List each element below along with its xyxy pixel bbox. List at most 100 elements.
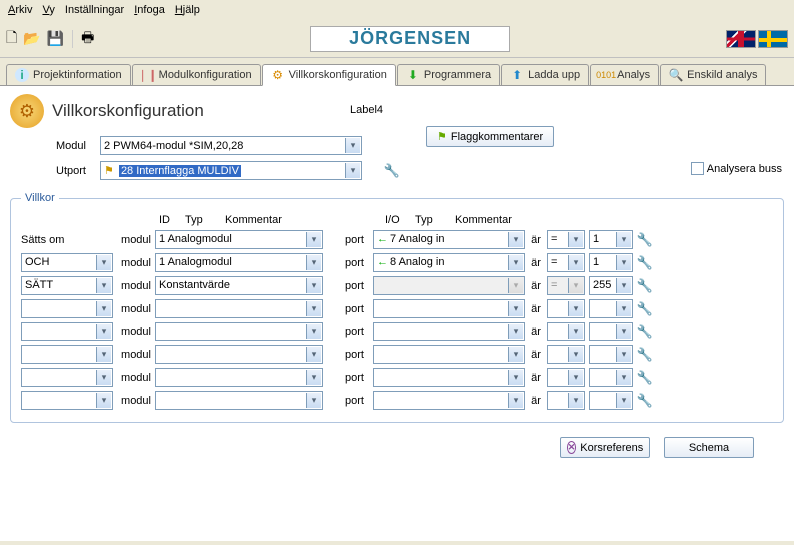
port-row-combo[interactable]: ←7 Analog in bbox=[373, 230, 525, 249]
menu-infoga[interactable]: Infoga bbox=[130, 2, 169, 18]
modul-row-label: modul bbox=[117, 349, 151, 361]
korsreferens-button[interactable]: ✕ Korsreferens bbox=[560, 437, 650, 458]
wrench-icon[interactable]: 🔧 bbox=[637, 393, 653, 409]
modul-row-combo[interactable] bbox=[155, 322, 323, 341]
value-combo[interactable] bbox=[589, 345, 633, 364]
schema-button[interactable]: Schema bbox=[664, 437, 754, 458]
modul-row-label: modul bbox=[117, 257, 151, 269]
gear-icon: ⚙ bbox=[271, 68, 285, 82]
tab-label: Analys bbox=[617, 69, 650, 81]
wrench-icon[interactable]: 🔧 bbox=[637, 255, 653, 271]
ar-label: är bbox=[529, 326, 543, 338]
tab-villkorskonfiguration[interactable]: ⚙ Villkorskonfiguration bbox=[262, 64, 396, 86]
value-combo[interactable] bbox=[589, 368, 633, 387]
value-combo[interactable] bbox=[589, 391, 633, 410]
wrench-icon[interactable]: 🔧 bbox=[637, 301, 653, 317]
tab-label: Enskild analys bbox=[687, 69, 757, 81]
tab-enskild-analys[interactable]: 🔍 Enskild analys bbox=[660, 64, 766, 85]
tab-programmera[interactable]: ⬇ Programmera bbox=[397, 64, 500, 85]
utport-combo[interactable]: ⚑ 28 Internflagga MULDIV bbox=[100, 161, 362, 180]
operator-combo[interactable]: = bbox=[547, 253, 585, 272]
modul-row-combo[interactable] bbox=[155, 345, 323, 364]
logic-combo[interactable] bbox=[21, 322, 113, 341]
menu-vy[interactable]: Vy bbox=[38, 2, 58, 18]
content-area: ⚙ Villkorskonfiguration Label4 Modul 2 P… bbox=[0, 86, 794, 541]
ar-label: är bbox=[529, 395, 543, 407]
modul-row-label: modul bbox=[117, 395, 151, 407]
ar-label: är bbox=[529, 372, 543, 384]
modul-row-combo[interactable] bbox=[155, 368, 323, 387]
save-file-icon[interactable]: 💾 bbox=[47, 30, 64, 47]
value-combo[interactable]: 255 bbox=[589, 276, 633, 295]
operator-combo[interactable] bbox=[547, 345, 585, 364]
port-row-combo[interactable] bbox=[373, 299, 525, 318]
ar-label: är bbox=[529, 349, 543, 361]
module-icon: ❘❙ bbox=[141, 68, 155, 82]
col-typ: Typ bbox=[183, 214, 217, 226]
modul-row-combo[interactable]: 1 Analogmodul bbox=[155, 230, 323, 249]
flaggkommentarer-button[interactable]: ⚑ Flaggkommentarer bbox=[426, 126, 554, 147]
wrench-icon[interactable]: 🔧 bbox=[384, 163, 400, 179]
flag-se-icon[interactable] bbox=[758, 30, 788, 48]
open-file-icon[interactable]: 📂 bbox=[23, 30, 40, 47]
port-row-combo[interactable] bbox=[373, 345, 525, 364]
modul-row-label: modul bbox=[117, 303, 151, 315]
condition-row: modulportär🔧 bbox=[21, 391, 773, 410]
menu-installningar[interactable]: Inställningar bbox=[61, 2, 128, 18]
port-row-combo[interactable]: ←8 Analog in bbox=[373, 253, 525, 272]
analysera-buss-checkbox[interactable] bbox=[691, 162, 704, 175]
value-combo[interactable] bbox=[589, 322, 633, 341]
col-typ2: Typ bbox=[413, 214, 447, 226]
modul-row-combo[interactable] bbox=[155, 391, 323, 410]
new-file-icon[interactable]: 🗋 bbox=[6, 27, 17, 51]
value-combo[interactable] bbox=[589, 299, 633, 318]
condition-row: modul port är 🔧 bbox=[21, 345, 773, 364]
modul-row-combo[interactable]: Konstantvärde bbox=[155, 276, 323, 295]
page-title: Villkorskonfiguration bbox=[52, 101, 204, 121]
logic-combo[interactable] bbox=[21, 391, 113, 410]
wrench-icon[interactable]: 🔧 bbox=[637, 370, 653, 386]
tab-projektinformation[interactable]: i Projektinformation bbox=[6, 64, 131, 85]
ar-label: är bbox=[529, 280, 543, 292]
operator-combo[interactable] bbox=[547, 322, 585, 341]
gear-large-icon: ⚙ bbox=[10, 94, 44, 128]
separator bbox=[72, 30, 73, 48]
print-icon[interactable]: 🖶 bbox=[81, 27, 94, 51]
toolbar: 🗋 📂 💾 🖶 JÖRGENSEN bbox=[0, 20, 794, 58]
logic-combo[interactable]: OCH bbox=[21, 253, 113, 272]
value-combo[interactable]: 1 bbox=[589, 230, 633, 249]
logic-combo[interactable] bbox=[21, 299, 113, 318]
menu-arkiv[interactable]: AArkivrkiv bbox=[4, 2, 36, 18]
tab-ladda-upp[interactable]: ⬆ Ladda upp bbox=[501, 64, 589, 85]
flag-uk-icon[interactable] bbox=[726, 30, 756, 48]
port-row-combo[interactable] bbox=[373, 322, 525, 341]
operator-combo[interactable] bbox=[547, 299, 585, 318]
label4: Label4 bbox=[350, 104, 383, 116]
port-row-label: port bbox=[345, 349, 369, 361]
value-combo[interactable]: 1 bbox=[589, 253, 633, 272]
modul-row-combo[interactable]: 1 Analogmodul bbox=[155, 253, 323, 272]
operator-combo[interactable] bbox=[547, 391, 585, 410]
button-label: Flaggkommentarer bbox=[451, 131, 543, 143]
modul-combo[interactable]: 2 PWM64-modul *SIM,20,28 bbox=[100, 136, 362, 155]
tab-analys[interactable]: 0101 Analys bbox=[590, 64, 659, 85]
port-row-combo bbox=[373, 276, 525, 295]
operator-combo[interactable] bbox=[547, 368, 585, 387]
col-kommentar: Kommentar bbox=[223, 214, 323, 226]
condition-row: SÄTTmodulKonstantvärdeportär=255🔧 bbox=[21, 276, 773, 295]
operator-combo[interactable]: = bbox=[547, 230, 585, 249]
wrench-icon[interactable]: 🔧 bbox=[637, 347, 653, 363]
wrench-icon[interactable]: 🔧 bbox=[637, 324, 653, 340]
magnifier-icon: 🔍 bbox=[669, 68, 683, 82]
ar-label: är bbox=[529, 234, 543, 246]
logic-combo[interactable]: SÄTT bbox=[21, 276, 113, 295]
port-row-combo[interactable] bbox=[373, 391, 525, 410]
logic-combo[interactable] bbox=[21, 345, 113, 364]
menu-hjalp[interactable]: Hjälp bbox=[171, 2, 204, 18]
wrench-icon[interactable]: 🔧 bbox=[637, 232, 653, 248]
tab-modulkonfiguration[interactable]: ❘❙ Modulkonfiguration bbox=[132, 64, 261, 85]
logic-combo[interactable] bbox=[21, 368, 113, 387]
modul-row-combo[interactable] bbox=[155, 299, 323, 318]
wrench-icon[interactable]: 🔧 bbox=[637, 278, 653, 294]
port-row-combo[interactable] bbox=[373, 368, 525, 387]
